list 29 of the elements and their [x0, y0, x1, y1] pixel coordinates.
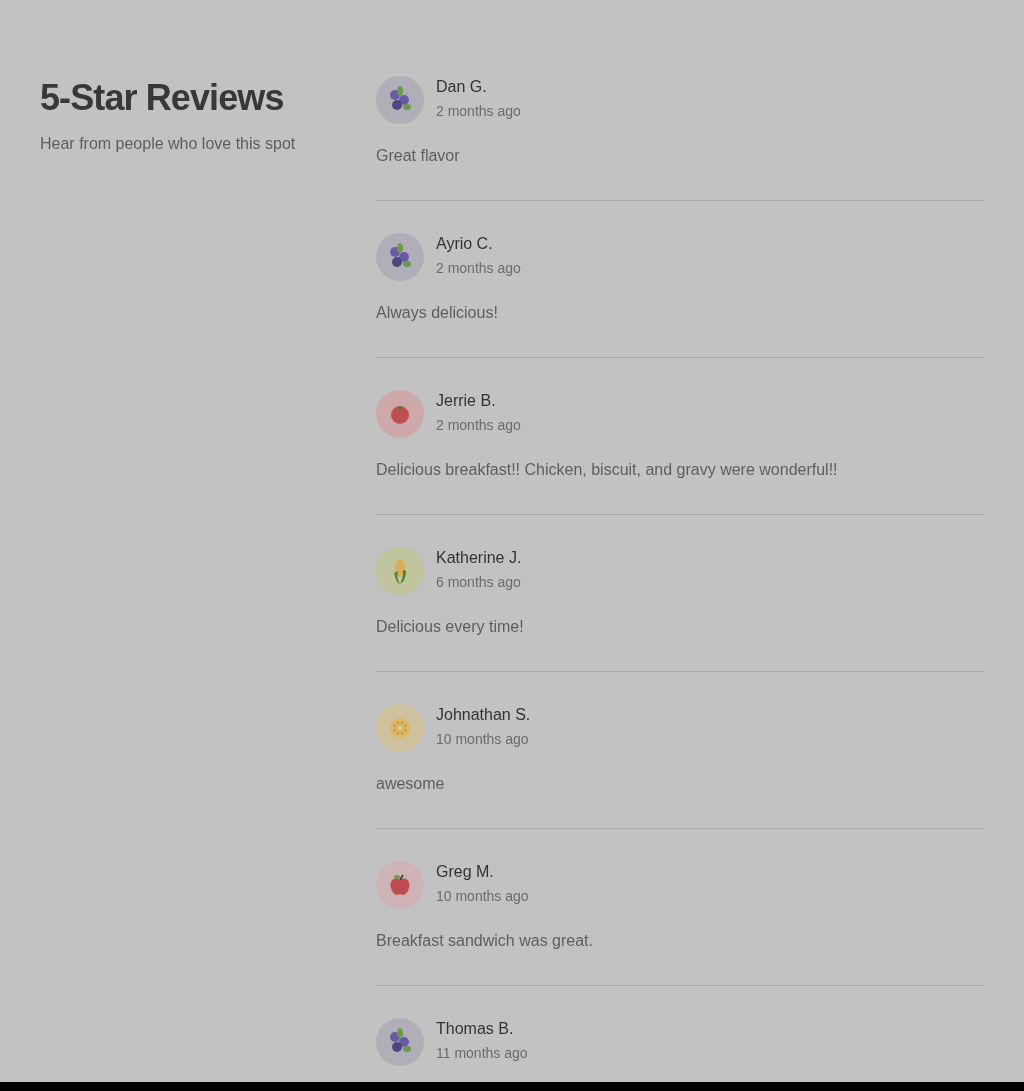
review-time: 11 months ago	[436, 1044, 528, 1063]
reviewer-name: Ayrio C.	[436, 234, 494, 254]
page-subtitle: Hear from people who love this spot	[40, 134, 297, 154]
review-time: 10 months ago	[436, 887, 529, 906]
review-text: Breakfast sandwich was great.	[376, 931, 594, 951]
review-text: awesome	[376, 774, 446, 794]
review-text: Delicious breakfast!! Chicken, biscuit, and gravy were wonderful!!	[376, 460, 839, 480]
review-time: 10 months ago	[436, 730, 530, 749]
blueberry-avatar-icon	[376, 1018, 424, 1066]
corn-avatar-icon	[376, 547, 424, 595]
tomato-avatar-icon	[376, 390, 424, 438]
review-time: 2 months ago	[436, 259, 521, 278]
review-time: 6 months ago	[436, 573, 522, 592]
review-time: 2 months ago	[436, 416, 521, 435]
lemon-avatar-icon	[376, 704, 424, 752]
reviewer-name: Greg M.	[436, 862, 495, 882]
page-title: 5-Star Reviews	[40, 76, 285, 120]
review-text: Great flavor	[376, 146, 461, 166]
reviewer-name: Johnathan S.	[436, 705, 531, 725]
review-time: 2 months ago	[436, 102, 521, 121]
apple-avatar-icon	[376, 861, 424, 909]
reviewer-name: Dan G.	[436, 77, 488, 97]
reviewer-name: Thomas B.	[436, 1019, 515, 1039]
reviewer-name: Katherine J.	[436, 548, 522, 568]
review-text: Delicious every time!	[376, 617, 525, 637]
blueberry-avatar-icon	[376, 233, 424, 281]
review-text: Always delicious!	[376, 303, 499, 323]
reviewer-name: Jerrie B.	[436, 391, 497, 411]
blueberry-avatar-icon	[376, 76, 424, 124]
